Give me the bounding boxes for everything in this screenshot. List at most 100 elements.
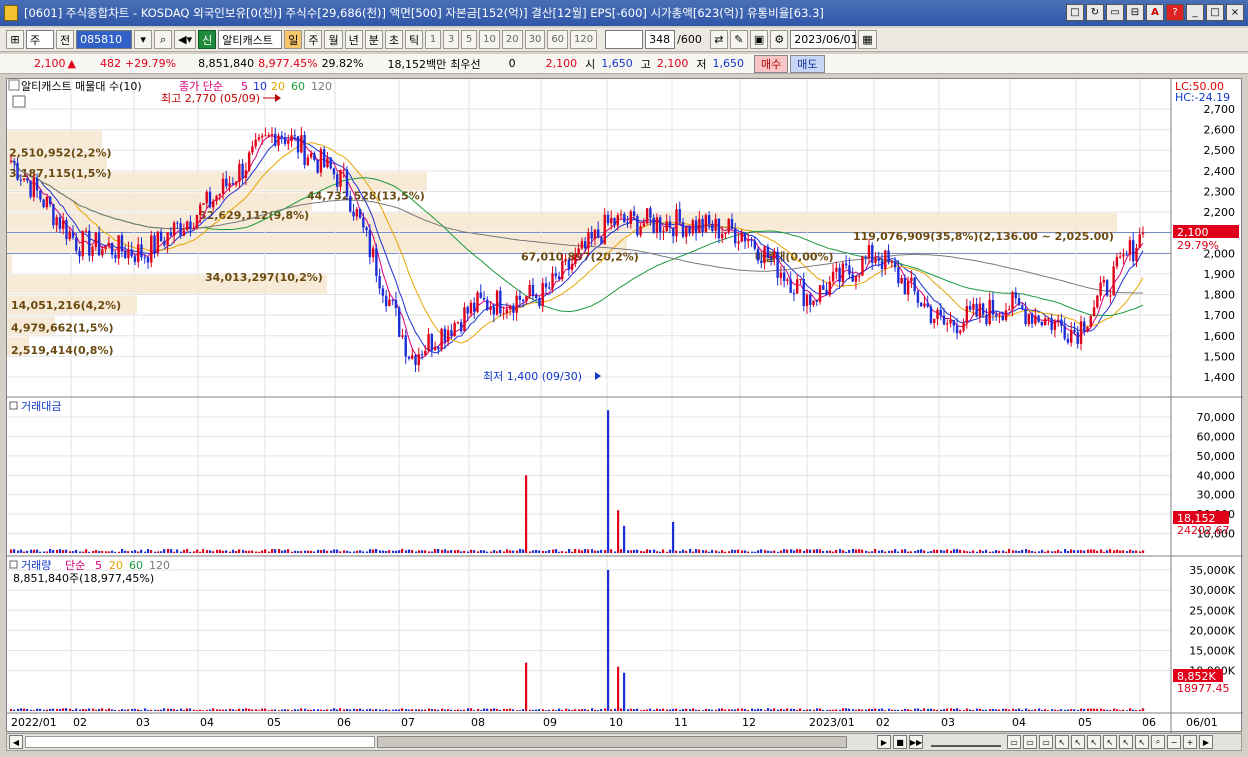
volume-bar bbox=[878, 708, 881, 711]
draw-icon-3[interactable]: ↖ bbox=[1087, 735, 1101, 749]
maximize-button[interactable]: □ bbox=[1206, 4, 1224, 21]
zoom-search-icon[interactable]: ⌕ bbox=[1151, 735, 1165, 749]
interval-10[interactable]: 10 bbox=[479, 30, 500, 49]
play-icon[interactable]: ▶ bbox=[877, 735, 891, 749]
scroll-left-icon[interactable]: ◀ bbox=[9, 735, 23, 749]
zoom-in-icon[interactable]: + bbox=[1183, 735, 1197, 749]
sell-button[interactable]: 매도 bbox=[790, 54, 825, 73]
candle-body bbox=[750, 240, 753, 242]
amount-bar bbox=[457, 549, 460, 553]
volume-bar bbox=[1126, 710, 1129, 711]
settings-icon[interactable] bbox=[12, 95, 26, 108]
amount-bar bbox=[816, 549, 819, 553]
amount-bar bbox=[291, 551, 294, 553]
period-week[interactable]: 주 bbox=[304, 30, 323, 49]
candle-body bbox=[42, 199, 45, 208]
volume-bar bbox=[826, 709, 829, 711]
candle-body bbox=[94, 232, 98, 247]
volume-bar bbox=[803, 709, 806, 711]
zoom-out-icon[interactable]: − bbox=[1167, 735, 1181, 749]
amount-bar bbox=[1060, 551, 1063, 553]
volume-bar bbox=[140, 710, 143, 711]
interval-1[interactable]: 1 bbox=[425, 30, 442, 49]
font-button[interactable]: A bbox=[1146, 4, 1164, 21]
split-button[interactable]: ⊟ bbox=[1126, 4, 1144, 21]
low-label: 저 bbox=[696, 57, 707, 71]
buy-button[interactable]: 매수 bbox=[754, 54, 789, 73]
interval-3[interactable]: 3 bbox=[443, 30, 460, 49]
candle-body bbox=[1092, 307, 1096, 316]
interval-60[interactable]: 60 bbox=[547, 30, 569, 49]
date-input[interactable]: 2023/06/01 bbox=[790, 30, 858, 49]
custom-interval-input[interactable] bbox=[605, 30, 644, 49]
pin-icon[interactable]: ⊞ bbox=[6, 30, 24, 49]
high-label: 고 bbox=[640, 57, 651, 71]
volume-bar bbox=[718, 708, 721, 711]
period-second[interactable]: 초 bbox=[384, 30, 403, 49]
interval-30[interactable]: 30 bbox=[524, 30, 546, 49]
scroll-thumb[interactable] bbox=[377, 736, 847, 748]
volume-bar bbox=[304, 708, 307, 711]
interval-20[interactable]: 20 bbox=[501, 30, 523, 49]
period-year[interactable]: 년 bbox=[344, 30, 363, 49]
layout-icon-2[interactable]: ▭ bbox=[1023, 735, 1037, 749]
market-select[interactable]: 주 bbox=[26, 30, 54, 49]
amount-bar bbox=[26, 550, 29, 553]
draw-icon-5[interactable]: ↖ bbox=[1119, 735, 1133, 749]
amount-bar bbox=[176, 549, 179, 553]
candle-body bbox=[411, 355, 414, 359]
help-button[interactable]: ? bbox=[1166, 4, 1184, 21]
gear-icon[interactable]: ⚙ bbox=[770, 30, 789, 49]
stock-code-input[interactable]: 085810 bbox=[76, 30, 133, 49]
refresh-button[interactable]: ↻ bbox=[1086, 4, 1104, 21]
fast-forward-icon[interactable]: ▶▶ bbox=[909, 735, 923, 749]
amount-bar bbox=[140, 549, 143, 553]
layout-icon-3[interactable]: ▭ bbox=[1039, 735, 1053, 749]
link-button[interactable]: □ bbox=[1066, 4, 1084, 21]
volume-bar bbox=[809, 709, 812, 711]
interval-5[interactable]: 5 bbox=[461, 30, 478, 49]
stop-icon[interactable]: ■ bbox=[893, 735, 907, 749]
period-day[interactable]: 일 bbox=[284, 30, 303, 49]
layout-icon-1[interactable]: ▭ bbox=[1007, 735, 1021, 749]
period-month[interactable]: 월 bbox=[324, 30, 343, 49]
close-button[interactable]: × bbox=[1226, 4, 1244, 21]
period-minute[interactable]: 분 bbox=[364, 30, 383, 49]
dropdown-icon[interactable]: ▾ bbox=[134, 30, 153, 49]
draw-icon-2[interactable]: ↖ bbox=[1071, 735, 1085, 749]
amount-bar bbox=[1139, 551, 1142, 553]
chart-area[interactable]: 2,510,952(2,2%) 3,187,115(1,5%) 44,732,528… bbox=[6, 78, 1243, 733]
candle-body bbox=[802, 279, 805, 306]
draw-icon-6[interactable]: ↖ bbox=[1135, 735, 1149, 749]
zoom-slider[interactable] bbox=[931, 737, 1001, 747]
period-tick[interactable]: 틱 bbox=[404, 30, 424, 49]
draw-icon-4[interactable]: ↖ bbox=[1103, 735, 1117, 749]
volume-bar bbox=[421, 709, 424, 711]
volume-bar bbox=[607, 570, 610, 711]
interval-120[interactable]: 120 bbox=[570, 30, 598, 49]
amount-bar bbox=[30, 549, 33, 553]
amount-bar bbox=[118, 551, 121, 553]
amount-tick-label: 50,000 bbox=[1197, 450, 1236, 463]
scroll-right-icon[interactable]: ▶ bbox=[1199, 735, 1213, 749]
scroll-track[interactable] bbox=[25, 736, 375, 748]
speaker-icon[interactable]: ◀▾ bbox=[174, 30, 197, 49]
volume-bar bbox=[998, 709, 1001, 711]
minimize-button[interactable]: _ bbox=[1186, 4, 1204, 21]
count-input[interactable]: 348 bbox=[645, 30, 676, 49]
prev-button[interactable]: 전 bbox=[56, 30, 75, 49]
amount-bar bbox=[1057, 549, 1060, 553]
draw-icon-1[interactable]: ↖ bbox=[1055, 735, 1069, 749]
save-icon[interactable]: ▣ bbox=[749, 30, 769, 49]
candle-body bbox=[587, 231, 590, 249]
candle-body bbox=[613, 217, 616, 226]
layout-button[interactable]: ▭ bbox=[1106, 4, 1124, 21]
candle-body bbox=[590, 231, 593, 239]
scrollbar[interactable]: ◀ ▶ ■ ▶▶ ▭ ▭ ▭ ↖ ↖ ↖ ↖ ↖ ↖ ⌕ − + ▶ bbox=[6, 733, 1242, 751]
search-icon[interactable]: ⌕ bbox=[154, 30, 173, 49]
chart-tools-icon[interactable]: ✎ bbox=[729, 30, 748, 49]
arrows-icon[interactable]: ⇄ bbox=[709, 30, 728, 49]
calendar-icon[interactable]: ▦ bbox=[858, 30, 877, 49]
candle-body bbox=[401, 335, 404, 337]
volume-bar bbox=[604, 708, 607, 711]
